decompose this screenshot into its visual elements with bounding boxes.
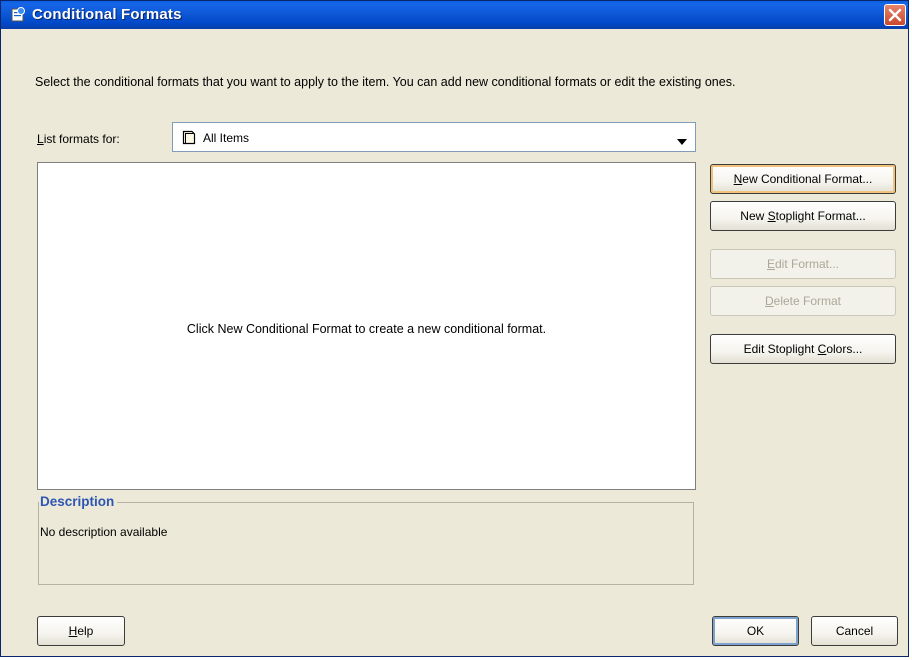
app-icon — [9, 6, 27, 24]
cancel-button[interactable]: Cancel — [811, 616, 898, 646]
formats-list-empty-message: Click New Conditional Format to create a… — [186, 322, 547, 336]
document-icon — [182, 130, 196, 148]
button-label: toplight Format... — [775, 209, 866, 223]
title-bar[interactable]: Conditional Formats — [1, 1, 908, 29]
description-text: No description available — [40, 525, 168, 539]
new-stoplight-format-button[interactable]: New Stoplight Format... — [710, 201, 896, 231]
window-title: Conditional Formats — [32, 6, 182, 23]
mnemonic-e: E — [766, 257, 775, 271]
mnemonic-s: S — [767, 209, 776, 223]
button-label: elp — [77, 624, 94, 638]
close-icon — [888, 8, 902, 22]
delete-format-button[interactable]: Delete Format — [710, 286, 896, 316]
chevron-down-icon[interactable] — [677, 134, 687, 148]
mnemonic-n: N — [733, 172, 743, 186]
button-label-pre: Edit Stoplight — [743, 342, 818, 356]
button-label: ew Conditional Format... — [742, 172, 873, 186]
new-conditional-format-button[interactable]: New Conditional Format... — [710, 164, 896, 194]
list-formats-label-mnemonic: L — [37, 132, 44, 146]
ok-button[interactable]: OK — [712, 616, 799, 646]
instruction-text: Select the conditional formats that you … — [35, 75, 736, 89]
list-formats-label-rest: ist formats for: — [43, 132, 120, 146]
button-label: dit Format... — [775, 257, 840, 271]
description-heading: Description — [39, 494, 118, 509]
description-group: Description No description available — [38, 494, 694, 585]
button-label: olors... — [826, 342, 863, 356]
edit-stoplight-colors-button[interactable]: Edit Stoplight Colors... — [710, 334, 896, 364]
mnemonic-d: D — [764, 294, 774, 308]
formats-list[interactable]: Click New Conditional Format to create a… — [37, 162, 696, 490]
edit-format-button[interactable]: Edit Format... — [710, 249, 896, 279]
close-button[interactable] — [884, 4, 906, 26]
list-formats-value: All Items — [203, 131, 250, 145]
button-label-pre: New — [740, 209, 768, 223]
list-formats-label: List formats for: — [37, 132, 120, 146]
help-button[interactable]: Help — [37, 616, 125, 646]
button-label: elete Format — [773, 294, 842, 308]
conditional-formats-dialog: Conditional Formats Select the condition… — [0, 0, 909, 657]
list-formats-select[interactable]: All Items — [172, 122, 696, 152]
